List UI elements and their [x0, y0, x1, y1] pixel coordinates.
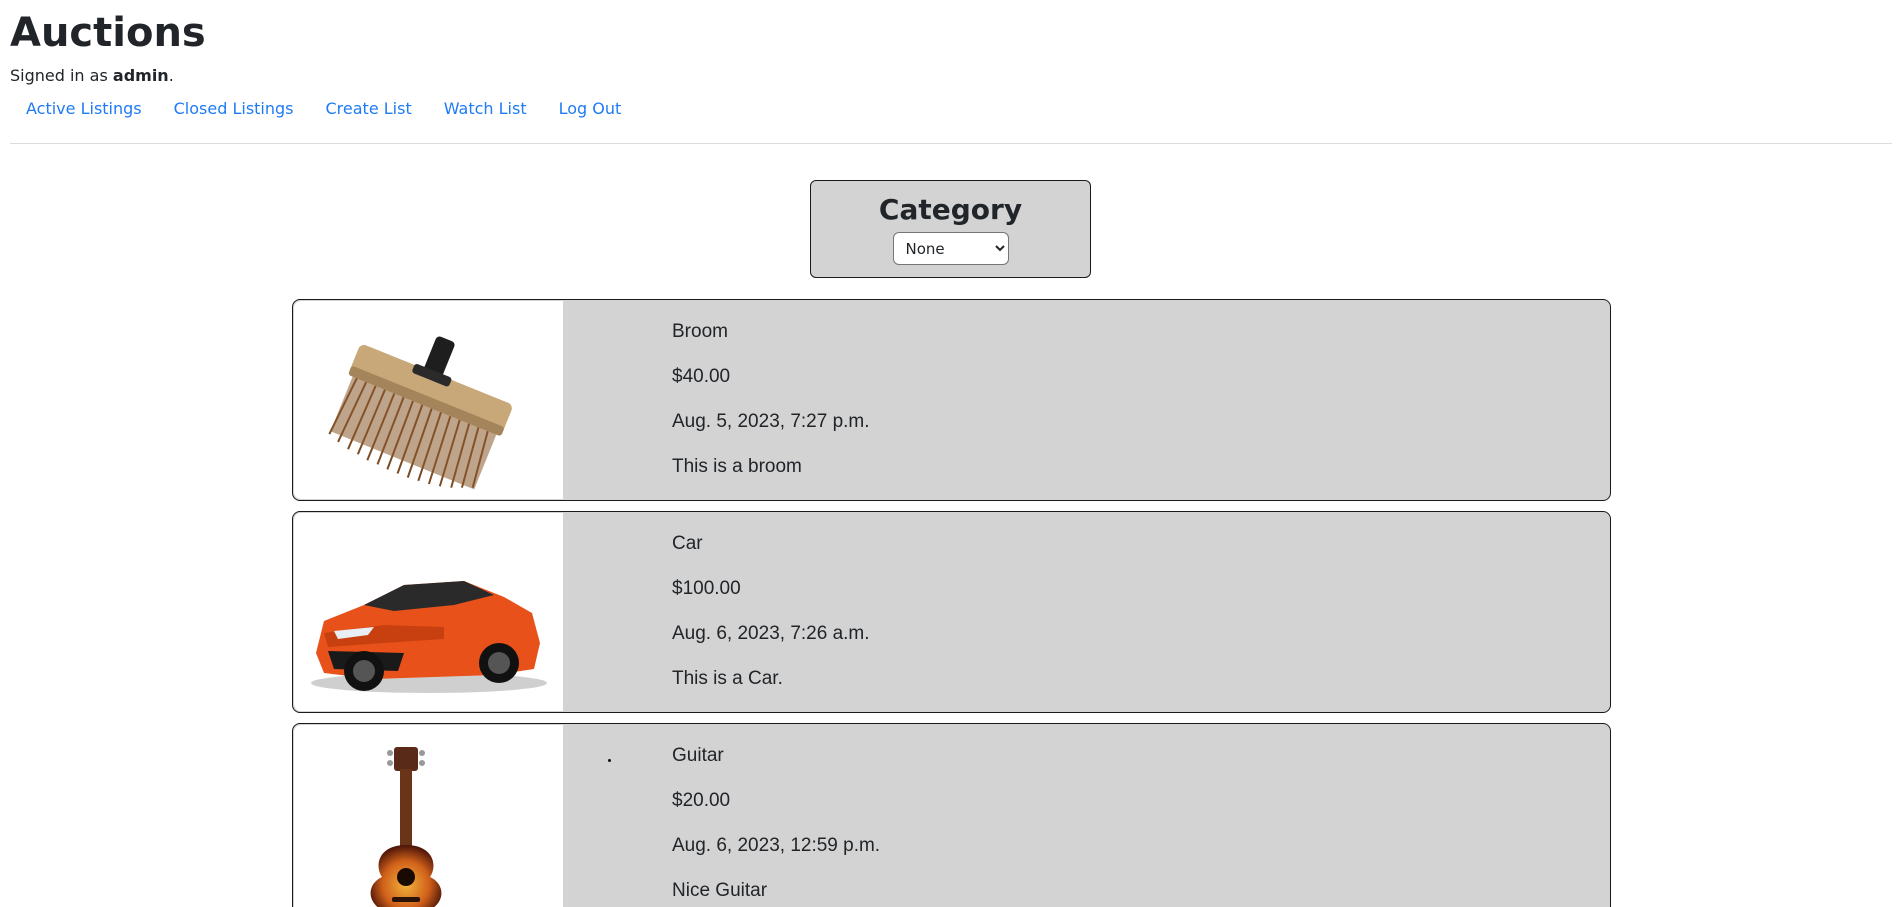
site-title: Auctions [10, 10, 206, 56]
listing-info: Car $100.00 Aug. 6, 2023, 7:26 a.m. This… [672, 532, 870, 712]
nav-closed-listings[interactable]: Closed Listings [158, 96, 310, 122]
listing-price: $100.00 [672, 578, 741, 599]
listing-description: This is a broom [672, 456, 802, 477]
nav-create-list[interactable]: Create List [310, 96, 428, 122]
listing-info: Guitar $20.00 Aug. 6, 2023, 12:59 p.m. N… [672, 744, 880, 907]
listing-card[interactable]: Broom $40.00 Aug. 5, 2023, 7:27 p.m. Thi… [292, 299, 1611, 501]
listing-date: Aug. 6, 2023, 7:26 a.m. [672, 623, 870, 644]
username: admin [112, 66, 169, 85]
signed-in-prefix: Signed in as [10, 66, 113, 85]
listing-title[interactable]: Broom [672, 320, 870, 344]
listing-description: Nice Guitar [672, 880, 768, 901]
listing-title[interactable]: Car [672, 532, 870, 556]
category-title: Category [878, 193, 1023, 226]
signed-in-status: Signed in as admin. [10, 66, 174, 86]
nav-active-listings[interactable]: Active Listings [10, 96, 158, 122]
nav-log-out[interactable]: Log Out [543, 96, 638, 122]
stray-dot [608, 759, 611, 762]
listing-info: Broom $40.00 Aug. 5, 2023, 7:27 p.m. Thi… [672, 320, 870, 500]
header-divider [10, 143, 1892, 144]
listing-description: This is a Car. [672, 668, 783, 689]
listing-date: Aug. 5, 2023, 7:27 p.m. [672, 411, 870, 432]
listing-date: Aug. 6, 2023, 12:59 p.m. [672, 835, 881, 856]
car-image[interactable] [294, 513, 563, 711]
broom-image[interactable] [294, 301, 563, 499]
listing-price: $20.00 [672, 790, 731, 811]
signed-in-suffix: . [168, 66, 174, 85]
listing-price: $40.00 [672, 366, 731, 387]
listing-card[interactable]: Guitar $20.00 Aug. 6, 2023, 12:59 p.m. N… [292, 723, 1611, 907]
page: Auctions Signed in as admin. Active List… [0, 0, 1900, 907]
nav-watch-list[interactable]: Watch List [428, 96, 543, 122]
guitar-image[interactable] [294, 725, 563, 907]
main-nav: Active Listings Closed Listings Create L… [10, 96, 637, 122]
category-select[interactable]: None [892, 232, 1009, 265]
listings-list: Broom $40.00 Aug. 5, 2023, 7:27 p.m. Thi… [292, 299, 1611, 907]
listing-card[interactable]: Car $100.00 Aug. 6, 2023, 7:26 a.m. This… [292, 511, 1611, 713]
listing-title[interactable]: Guitar [672, 744, 880, 768]
category-filter-panel: Category None [810, 180, 1091, 278]
